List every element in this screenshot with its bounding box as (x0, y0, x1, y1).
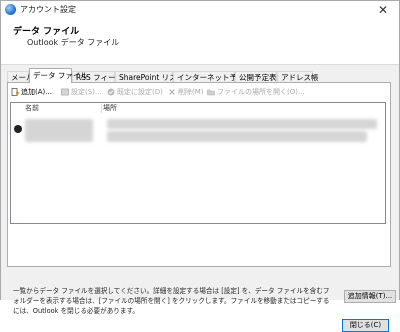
outlook-globe-icon (5, 4, 16, 15)
settings-label: 設定(S)... (71, 88, 102, 96)
add-label: 追加(A)... (21, 88, 52, 96)
header-title: データ ファイル (13, 27, 80, 37)
add-file-icon (11, 88, 19, 96)
folder-icon (207, 88, 215, 96)
tab-sharepoint-lists[interactable]: SharePoint リスト (115, 71, 184, 82)
tab-mail[interactable]: メール (7, 71, 34, 82)
redacted-file-name (25, 119, 93, 142)
column-header-name[interactable]: 名前 (25, 103, 39, 114)
redacted-file-location (107, 119, 377, 129)
header-subtitle: Outlook データ ファイル (27, 38, 120, 47)
tab-internet-calendars[interactable]: インターネット予定表 (173, 71, 252, 82)
set-default-label: 既定に設定(D) (117, 88, 163, 96)
set-default-button[interactable]: 既定に設定(D) (107, 86, 163, 99)
close-button[interactable]: 閉じる(C) (342, 319, 389, 332)
tab-data-files[interactable]: データ ファイル (29, 68, 88, 83)
remove-label: 削除(M) (178, 88, 204, 96)
tab-address-books[interactable]: アドレス帳 (277, 71, 319, 82)
close-window-icon[interactable]: ✕ (371, 1, 395, 19)
check-circle-icon (107, 88, 115, 96)
dialog-body: メール データ ファイル RSS フィード SharePoint リスト インタ… (1, 64, 399, 332)
remove-button[interactable]: 削除(M) (168, 86, 204, 99)
window-title: アカウント設定 (20, 5, 76, 14)
help-description: 一覧からデータ ファイルを選択してください。詳細を設定する場合は [設定] を、… (13, 287, 330, 315)
data-files-panel: 追加(A)... 設定(S)... 既定に設定(D) 削除(M) ファイルの場所… (7, 82, 396, 315)
column-separator[interactable] (101, 104, 102, 113)
default-file-check-icon (14, 125, 22, 133)
tab-published-calendars[interactable]: 公開予定表 (235, 71, 277, 82)
remove-x-icon (168, 88, 176, 96)
account-info-button[interactable]: 追加情報(T)... (344, 290, 396, 303)
add-button[interactable]: 追加(A)... (11, 86, 52, 99)
open-file-location-label: ファイルの場所を開く(O)... (217, 88, 305, 96)
redacted-file-location (107, 131, 367, 142)
account-settings-window: アカウント設定 ✕ データ ファイル Outlook データ ファイル メール … (0, 0, 400, 332)
title-bar: アカウント設定 ✕ (1, 1, 399, 19)
dialog-header: データ ファイル Outlook データ ファイル (1, 19, 399, 64)
data-file-list[interactable]: 名前 場所 (10, 102, 386, 224)
settings-button[interactable]: 設定(S)... (61, 86, 102, 99)
column-header-location[interactable]: 場所 (103, 103, 117, 114)
open-file-location-button[interactable]: ファイルの場所を開く(O)... (207, 86, 305, 99)
list-item[interactable] (11, 116, 385, 146)
settings-icon (61, 88, 69, 96)
